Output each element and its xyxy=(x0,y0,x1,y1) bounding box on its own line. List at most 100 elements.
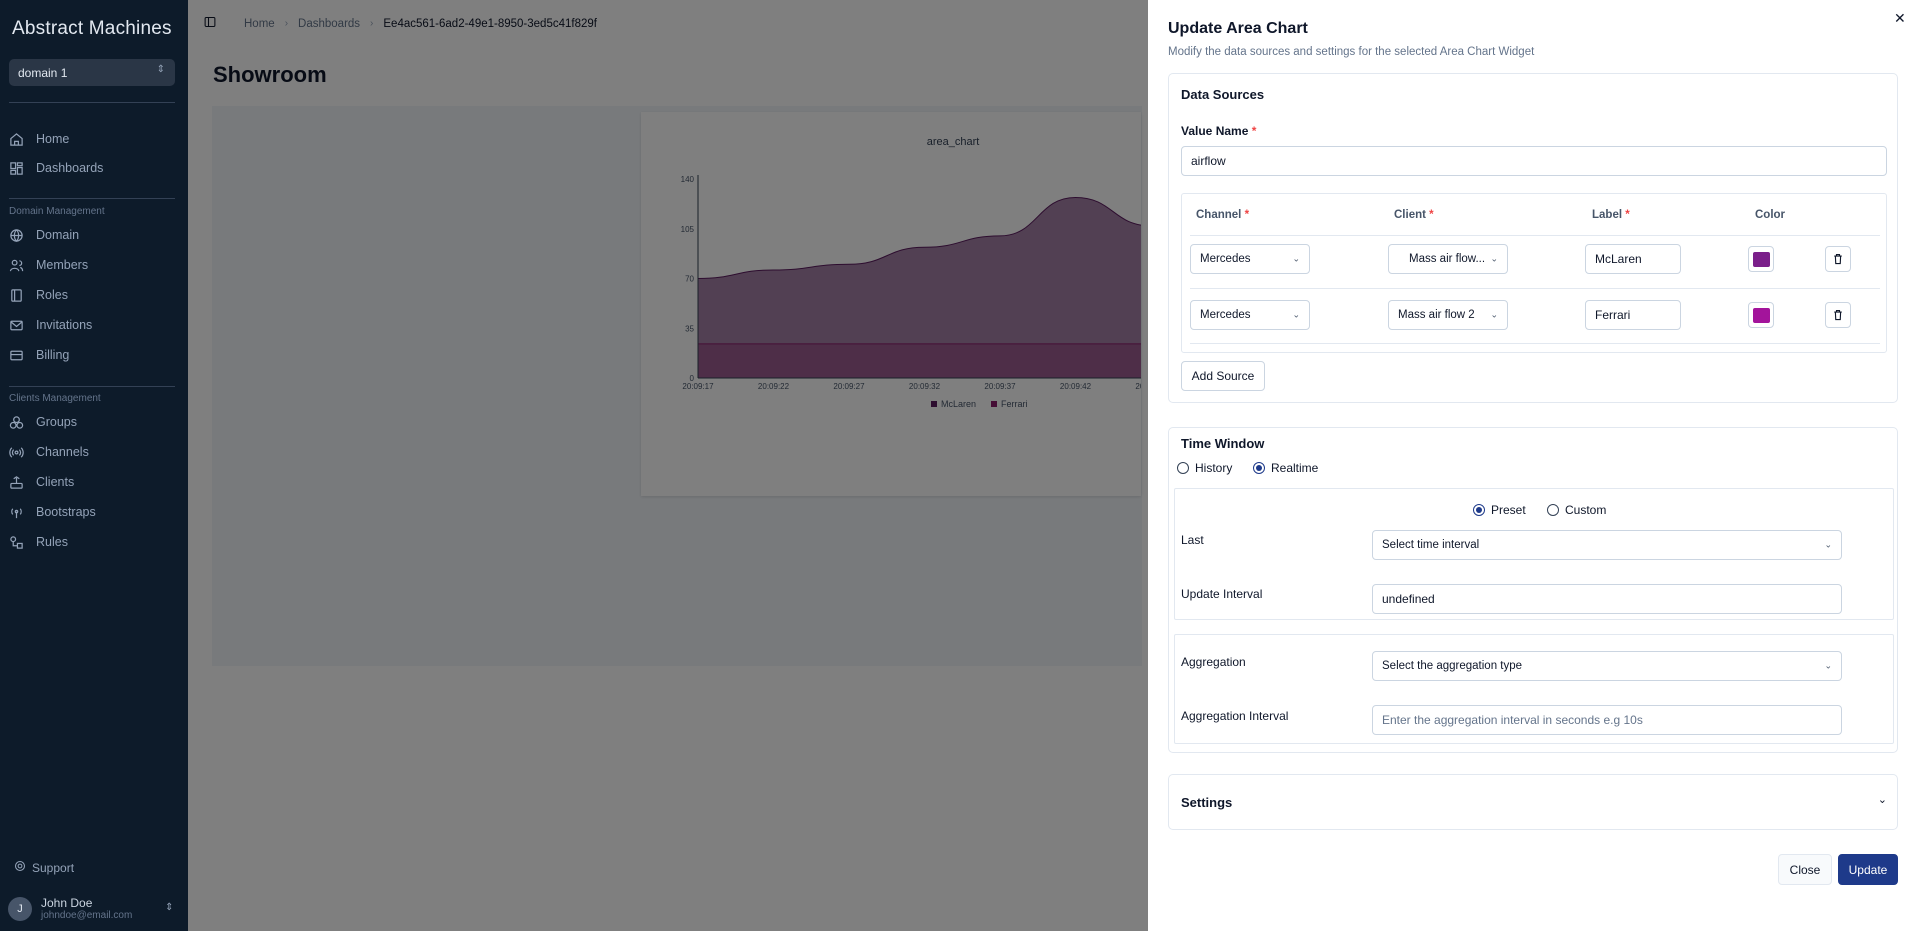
home-icon xyxy=(8,131,24,147)
update-chart-panel: Update Area Chart Modify the data source… xyxy=(1148,0,1916,931)
sidebar-item-clients[interactable]: Clients xyxy=(8,470,74,494)
time-interval-select[interactable]: Select time interval ⌄ xyxy=(1372,530,1842,560)
aggregation-placeholder: Select the aggregation type xyxy=(1382,660,1523,672)
billing-icon xyxy=(8,347,24,363)
sidebar-item-dashboards[interactable]: Dashboards xyxy=(8,156,103,180)
channel-select[interactable]: Mercedes ⌄ xyxy=(1190,300,1310,330)
sidebar-item-invitations[interactable]: Invitations xyxy=(8,313,92,337)
delete-source-button[interactable] xyxy=(1825,246,1851,272)
sidebar-item-rules[interactable]: Rules xyxy=(8,530,68,554)
value-name-input[interactable]: airflow xyxy=(1181,146,1887,176)
radio-dot xyxy=(1547,504,1559,516)
time-interval-placeholder: Select time interval xyxy=(1382,539,1480,551)
aggregation-interval-input[interactable]: Enter the aggregation interval in second… xyxy=(1372,705,1842,735)
client-value: Mass air flow 2 xyxy=(1398,309,1475,321)
panel-description: Modify the data sources and settings for… xyxy=(1168,46,1535,58)
header-text: Client xyxy=(1394,209,1426,221)
sidebar-item-groups[interactable]: Groups xyxy=(8,410,77,434)
sidebar: Abstract Machines domain 1 ⇕ Home Dashbo… xyxy=(0,0,188,931)
sidebar-item-channels[interactable]: Channels xyxy=(8,440,89,464)
sidebar-item-label: Invitations xyxy=(36,318,93,332)
radio-dot-selected xyxy=(1473,504,1485,516)
sidebar-item-roles[interactable]: Roles xyxy=(8,283,68,307)
sidebar-divider xyxy=(9,386,175,387)
trash-icon xyxy=(1834,309,1842,321)
color-swatch xyxy=(1752,307,1770,323)
radio-history[interactable]: History xyxy=(1177,461,1232,475)
section-title: Data Sources xyxy=(1181,87,1265,102)
radio-preset[interactable]: Preset xyxy=(1473,503,1526,517)
row-divider xyxy=(1190,235,1880,236)
aggregation-interval-label: Aggregation Interval xyxy=(1181,709,1289,723)
update-button[interactable]: Update xyxy=(1838,854,1898,885)
column-header-client: Client * xyxy=(1394,209,1434,221)
delete-source-button[interactable] xyxy=(1825,302,1851,328)
chevron-down-icon: ⌄ xyxy=(1490,253,1498,264)
sidebar-item-bootstraps[interactable]: Bootstraps xyxy=(8,500,96,524)
row-divider xyxy=(1190,343,1880,344)
sidebar-item-label: Roles xyxy=(36,288,68,302)
sidebar-item-label: Rules xyxy=(36,535,68,549)
chevron-down-icon: ⌄ xyxy=(1490,309,1498,320)
radio-custom[interactable]: Custom xyxy=(1547,503,1606,517)
header-text: Label xyxy=(1592,209,1623,221)
channel-value: Mercedes xyxy=(1200,309,1251,321)
label-input[interactable]: McLaren xyxy=(1585,244,1681,274)
roles-icon xyxy=(8,287,24,303)
support-icon xyxy=(14,860,26,875)
aggregation-select[interactable]: Select the aggregation type ⌄ xyxy=(1372,651,1842,681)
settings-section[interactable]: Settings ⌄ xyxy=(1168,774,1898,830)
support-link[interactable]: Support xyxy=(14,860,74,875)
section-title: Settings xyxy=(1181,795,1233,810)
chevron-down-icon: ⌄ xyxy=(1877,794,1887,806)
channel-select[interactable]: Mercedes ⌄ xyxy=(1190,244,1310,274)
color-picker[interactable] xyxy=(1748,302,1774,328)
row-divider xyxy=(1190,288,1880,289)
sidebar-item-domain[interactable]: Domain xyxy=(8,223,79,247)
close-button[interactable]: Close xyxy=(1778,854,1832,885)
client-select[interactable]: Mass air flow... ⌄ xyxy=(1388,244,1508,274)
radio-dot-selected xyxy=(1253,462,1265,474)
sidebar-item-members[interactable]: Members xyxy=(8,253,88,277)
domain-select[interactable]: domain 1 ⇕ xyxy=(9,59,175,86)
update-interval-input[interactable]: undefined xyxy=(1372,584,1842,614)
broadcast-icon xyxy=(8,444,24,460)
sidebar-item-billing[interactable]: Billing xyxy=(8,343,69,367)
sidebar-item-label: Bootstraps xyxy=(36,505,96,519)
user-menu[interactable]: J John Doe johndoe@email.com xyxy=(8,896,132,921)
radio-realtime[interactable]: Realtime xyxy=(1253,461,1318,475)
client-select[interactable]: Mass air flow 2 ⌄ xyxy=(1388,300,1508,330)
sources-table: Channel * Client * Label * Color Mercede… xyxy=(1181,193,1887,353)
app-logo: Abstract Machines xyxy=(12,18,172,39)
label-input[interactable]: Ferrari xyxy=(1585,300,1681,330)
sidebar-divider xyxy=(9,102,175,103)
mail-icon xyxy=(8,317,24,333)
color-picker[interactable] xyxy=(1748,246,1774,272)
realtime-settings: Preset Custom Last Select time interval … xyxy=(1174,488,1894,620)
panel-title: Update Area Chart xyxy=(1168,20,1308,37)
domain-select-value: domain 1 xyxy=(18,66,68,80)
chevron-down-icon: ⌄ xyxy=(1824,539,1832,550)
sidebar-divider xyxy=(9,198,175,199)
time-window-section: Time Window History Realtime Preset Cust… xyxy=(1168,427,1898,753)
add-source-button[interactable]: Add Source xyxy=(1181,361,1265,391)
radio-label: History xyxy=(1195,461,1233,475)
aggregation-settings: Aggregation Select the aggregation type … xyxy=(1174,634,1894,744)
antenna-icon xyxy=(8,504,24,520)
router-icon xyxy=(8,474,24,490)
user-name: John Doe xyxy=(41,896,93,910)
sidebar-item-home[interactable]: Home xyxy=(8,127,69,151)
section-clients-management: Clients Management xyxy=(9,393,101,404)
close-icon[interactable]: ✕ xyxy=(1894,10,1906,27)
value-name-label: Value Name * xyxy=(1181,124,1257,138)
trash-icon xyxy=(1834,253,1842,265)
data-sources-section: Data Sources Value Name * airflow Channe… xyxy=(1168,73,1898,403)
color-swatch xyxy=(1752,251,1770,267)
client-value: Mass air flow... xyxy=(1409,253,1486,265)
avatar: J xyxy=(8,896,32,921)
last-label: Last xyxy=(1181,533,1204,547)
sidebar-item-label: Members xyxy=(36,258,89,272)
sidebar-item-label: Clients xyxy=(36,475,75,489)
channel-value: Mercedes xyxy=(1200,253,1251,265)
column-header-label: Label * xyxy=(1592,209,1630,221)
